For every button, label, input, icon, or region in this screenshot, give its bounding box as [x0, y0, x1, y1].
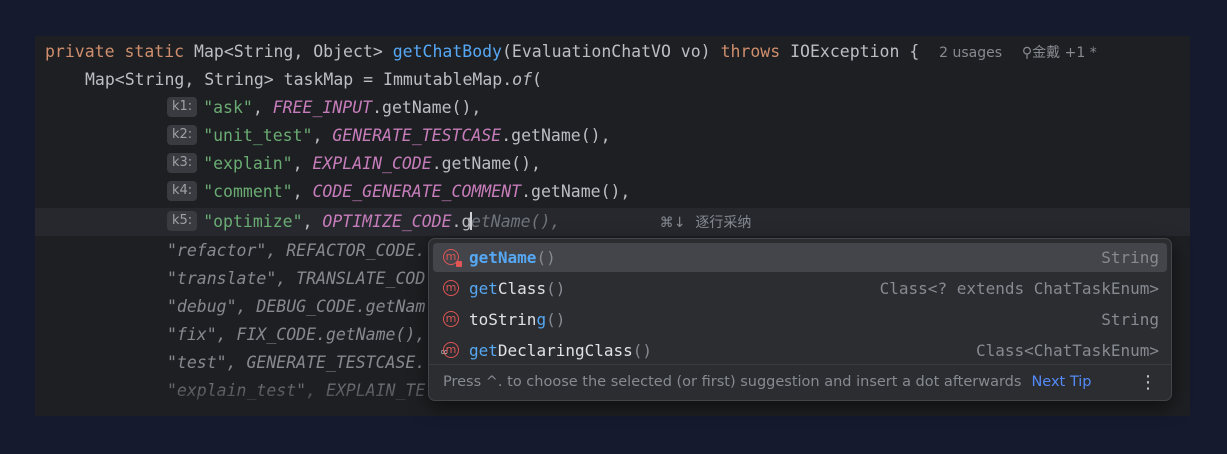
param-hint: k2: — [167, 124, 198, 145]
enum-constant: FREE_INPUT — [272, 98, 373, 117]
code-line-signature[interactable]: private static Map<String, Object> getCh… — [35, 38, 1190, 66]
getname-call: .getName(), — [372, 98, 482, 117]
accept-line-action[interactable]: 逐行采纳 — [695, 215, 751, 231]
method-parens: () — [546, 310, 566, 329]
match-prefix: get — [469, 279, 498, 298]
enum-constant: GENERATE_TESTCASE — [332, 126, 502, 145]
enum-constant: EXPLAIN_CODE — [312, 154, 432, 173]
completion-popup[interactable]: m getName() String m getClass() Class<? … — [428, 238, 1172, 401]
exception-type: IOException { — [790, 42, 920, 61]
string-literal: "ask" — [203, 98, 253, 117]
usages-hint[interactable]: 2 usages — [939, 45, 1002, 61]
ghost-suggestion-char: e — [470, 212, 481, 231]
code-line-arg[interactable]: k1: "ask", FREE_INPUT.getName(), — [35, 94, 1190, 122]
param-hint: k1: — [167, 96, 198, 117]
enum-constant: CODE_GENERATE_COMMENT — [312, 182, 522, 201]
getname-call: .getName(), — [521, 182, 631, 201]
getname-call: .getName(), — [431, 154, 541, 173]
more-options-icon[interactable]: ⋮ — [1139, 365, 1157, 400]
completion-item-getdeclaringclass[interactable]: ∞ m getDeclaringClass() Class<ChatTaskEn… — [433, 336, 1167, 365]
code-line-arg[interactable]: k2: "unit_test", GENERATE_TESTCASE.getNam… — [35, 122, 1190, 150]
method-parens: () — [536, 248, 556, 267]
next-tip-link[interactable]: Next Tip — [1031, 374, 1091, 390]
ghost-suggestion: tName(), — [480, 212, 561, 231]
author-icon: ⚲ — [1021, 45, 1033, 61]
taskmap-decl: Map<String, String> taskMap = ImmutableM… — [85, 70, 513, 89]
return-type: String — [1101, 310, 1159, 329]
code-line-arg[interactable]: k4: "comment", CODE_GENERATE_COMMENT.getN… — [35, 178, 1190, 206]
method-name-start: toStrin — [469, 310, 537, 329]
return-type: Class<? extends ChatTaskEnum> — [879, 279, 1159, 298]
footer-hint: Press ^. to choose the selected (or firs… — [443, 374, 1022, 390]
enum-constant: OPTIMIZE_CODE — [322, 212, 452, 231]
string-literal: "comment" — [203, 182, 293, 201]
string-literal: "optimize" — [203, 212, 303, 231]
typed-text: .g — [451, 212, 472, 231]
accept-shortcut: ⌘↓ — [659, 215, 686, 231]
method-params: (EvaluationChatVO vo) — [502, 42, 711, 61]
string-literal: "explain" — [203, 154, 293, 173]
completion-footer: Press ^. to choose the selected (or firs… — [429, 364, 1171, 400]
open-paren: ( — [532, 70, 542, 89]
match-prefix: get — [469, 248, 498, 267]
method-parens: () — [632, 341, 653, 360]
method-icon: m — [443, 249, 462, 267]
code-line-arg[interactable]: k3: "explain", EXPLAIN_CODE.getName(), — [35, 150, 1190, 178]
param-hint: k5: — [167, 210, 198, 231]
match-prefix: get — [469, 341, 498, 360]
text-caret — [470, 211, 472, 230]
method-name: DeclaringClass — [497, 341, 633, 360]
completion-item-getclass[interactable]: m getClass() Class<? extends ChatTaskEnu… — [433, 274, 1167, 303]
method-name: getChatBody — [392, 42, 502, 61]
return-type: String — [1101, 248, 1159, 267]
param-hint: k3: — [167, 152, 198, 173]
keyword-static: static — [124, 42, 185, 61]
method-icon: m — [443, 280, 459, 296]
method-name: Name — [497, 248, 537, 267]
completion-item-tostring[interactable]: m toString() String — [433, 305, 1167, 334]
of-call: of — [512, 70, 533, 89]
method-name: Class — [497, 279, 547, 298]
keyword-throws: throws — [720, 42, 781, 61]
code-line-current[interactable]: k5: "optimize", OPTIMIZE_CODE.getName(), … — [35, 208, 1190, 236]
string-literal: "unit_test" — [203, 126, 313, 145]
param-hint: k4: — [167, 180, 198, 201]
keyword-private: private — [45, 42, 115, 61]
method-parens: () — [546, 279, 566, 298]
return-type: Map<String, Object> — [194, 42, 383, 61]
method-icon: m — [443, 342, 459, 358]
match-char: g — [536, 310, 547, 329]
getname-call: .getName(), — [501, 126, 611, 145]
return-type: Class<ChatTaskEnum> — [975, 341, 1159, 360]
completion-item-getname[interactable]: m getName() String — [433, 243, 1167, 272]
code-line-taskmap[interactable]: Map<String, String> taskMap = ImmutableM… — [35, 66, 1190, 94]
method-icon: m — [443, 311, 459, 327]
author-hint[interactable]: 金戴 +1 * — [1032, 45, 1097, 61]
